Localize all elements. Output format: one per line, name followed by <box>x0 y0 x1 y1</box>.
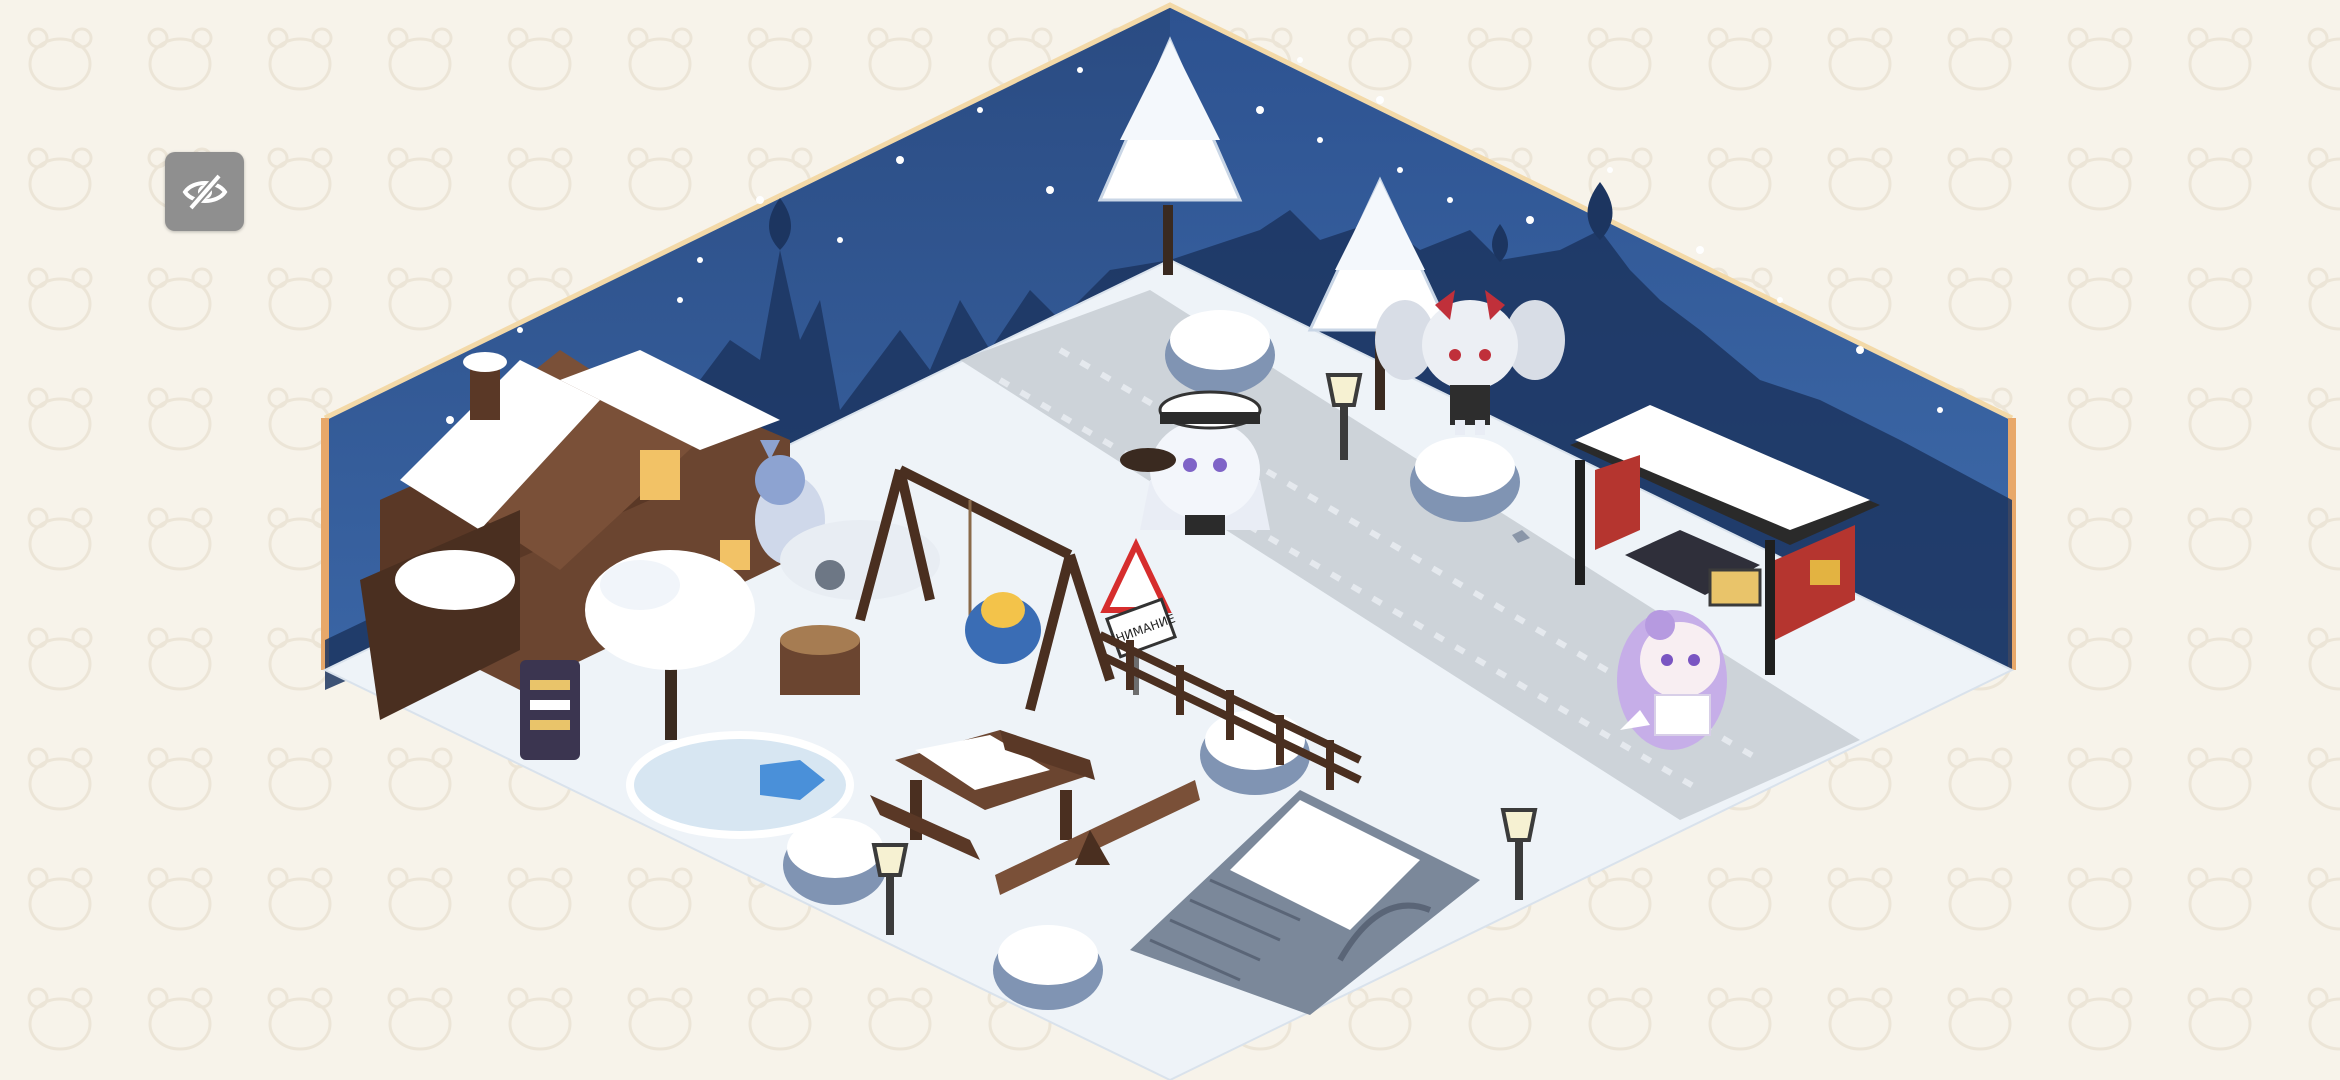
snow-bush <box>993 925 1103 1010</box>
hiking-signboard[interactable] <box>520 660 580 760</box>
snow-bush <box>1200 710 1310 795</box>
snow-bush <box>1410 437 1520 522</box>
character-purple-hair-girl[interactable] <box>1617 610 1727 750</box>
dorm-scene: ВНИМАНИЕ <box>321 2 2016 1080</box>
hide-ui-button[interactable] <box>165 152 244 231</box>
frozen-pond <box>626 731 854 839</box>
eye-slash-icon <box>182 172 227 211</box>
snow-bush <box>1165 310 1275 395</box>
tree-stump[interactable] <box>780 625 860 695</box>
